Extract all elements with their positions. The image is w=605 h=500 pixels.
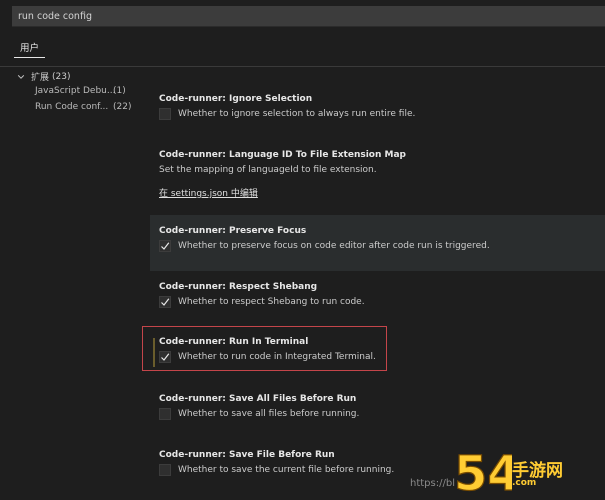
setting-title: Code-runner: Language ID To File Extensi… xyxy=(159,150,406,160)
toc-item-javascript-debug[interactable]: JavaScript Debu... xyxy=(35,86,115,96)
setting-respect-shebang: Code-runner: Respect Shebang Whether to … xyxy=(150,274,605,314)
setting-description: Whether to save the current file before … xyxy=(178,465,395,475)
setting-ignore-selection: Code-runner: Ignore Selection Whether to… xyxy=(150,86,605,126)
settings-search-input[interactable] xyxy=(18,9,578,23)
toc-item-run-code-config[interactable]: Run Code conf... xyxy=(35,102,108,112)
focus-outline xyxy=(142,326,387,371)
setting-save-all-files: Code-runner: Save All Files Before Run W… xyxy=(150,386,605,426)
edit-in-settings-json-link[interactable]: 在 settings.json 中编辑 xyxy=(159,186,258,199)
toc-item-count: (1) xyxy=(113,86,126,96)
toc-group-count: (23) xyxy=(52,71,71,82)
setting-title: Code-runner: Save All Files Before Run xyxy=(159,394,357,404)
tab-divider xyxy=(0,66,605,67)
setting-checkbox[interactable] xyxy=(159,108,171,120)
logo-digits: 54 xyxy=(454,446,512,498)
settings-search-bar[interactable] xyxy=(12,6,605,27)
setting-checkbox[interactable] xyxy=(159,464,171,476)
setting-language-id-map: Code-runner: Language ID To File Extensi… xyxy=(150,142,605,202)
chevron-down-icon xyxy=(17,74,25,79)
check-icon xyxy=(161,242,170,250)
logo-site: .com xyxy=(512,478,537,488)
setting-checkbox[interactable] xyxy=(159,296,171,308)
watermark-logo: 54 xyxy=(453,445,512,498)
setting-title: Code-runner: Save File Before Run xyxy=(159,450,335,460)
setting-checkbox[interactable] xyxy=(159,240,171,252)
watermark-url: https://bl xyxy=(410,478,455,489)
toc-item-count: (22) xyxy=(113,102,132,112)
setting-title: Code-runner: Respect Shebang xyxy=(159,282,318,292)
setting-title: Code-runner: Ignore Selection xyxy=(159,94,313,104)
setting-preserve-focus: Code-runner: Preserve Focus Whether to p… xyxy=(150,215,605,271)
tab-active-indicator xyxy=(14,57,45,58)
toc-group-label: 扩展 xyxy=(31,73,50,83)
setting-description: Whether to respect Shebang to run code. xyxy=(178,297,365,307)
setting-checkbox[interactable] xyxy=(159,408,171,420)
setting-title: Code-runner: Preserve Focus xyxy=(159,226,307,236)
setting-description: Set the mapping of languageId to file ex… xyxy=(159,165,377,175)
setting-description: Whether to ignore selection to always ru… xyxy=(178,109,416,119)
toc-group-extensions[interactable]: 扩展 (23) xyxy=(17,70,71,83)
setting-description: Whether to save all files before running… xyxy=(178,409,360,419)
check-icon xyxy=(161,298,170,306)
tab-user[interactable]: 用户 xyxy=(20,40,39,54)
setting-description: Whether to preserve focus on code editor… xyxy=(178,241,490,251)
